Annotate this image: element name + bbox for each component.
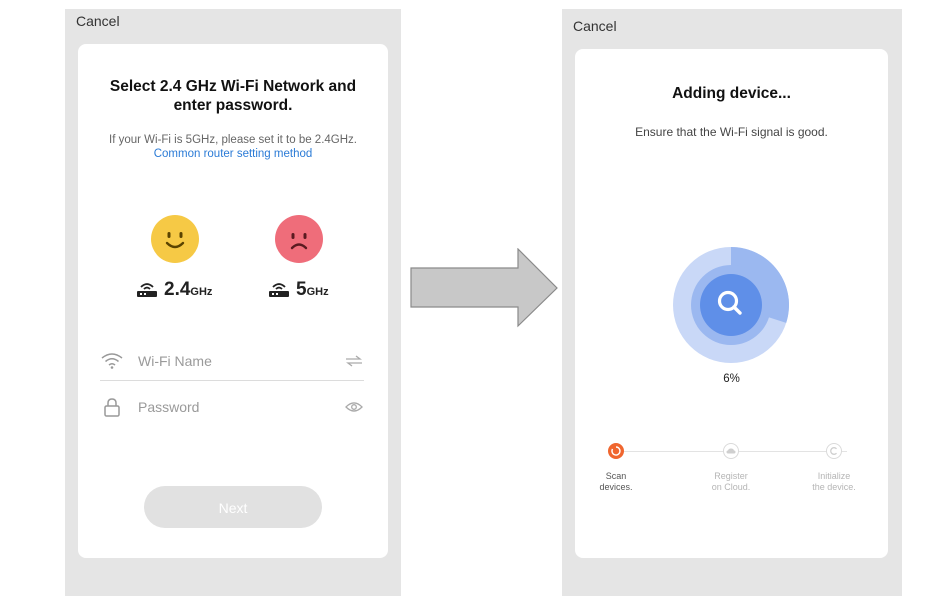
band-hint-text: If your Wi-Fi is 5GHz, please set it to … [109,134,357,146]
next-button[interactable]: Next [144,486,322,528]
wifi-setup-card: Select 2.4 GHz Wi-Fi Network and enter p… [78,44,388,558]
switch-network-icon[interactable] [344,355,364,367]
adding-device-card: Adding device... Ensure that the Wi-Fi s… [575,49,888,558]
password-field[interactable]: Password [100,388,364,426]
step-register-dot [723,443,739,459]
step-scan-dot [608,443,624,459]
initialize-icon [830,447,837,455]
progress-percent: 6% [723,373,740,385]
band-24-unit: GHz [190,286,213,298]
router-icon [137,283,157,297]
band-24-number: 2.4 [164,279,191,300]
eye-icon[interactable] [344,401,364,413]
wifi-setup-screen: Cancel Select 2.4 GHz Wi-Fi Network and … [65,9,401,596]
wifi-icon [100,353,124,369]
step-label-scan: Scan devices. [599,471,633,492]
lock-icon [100,397,124,417]
progress-ring [673,247,789,363]
password-input[interactable]: Password [138,399,344,415]
cancel-button[interactable]: Cancel [76,13,120,29]
page-title: Adding device... [672,85,791,102]
step-label-register: Register on Cloud. [711,471,751,492]
scanning-icon [611,446,621,456]
cloud-icon [726,448,736,454]
wifi-name-field[interactable]: Wi-Fi Name [100,342,364,381]
signal-hint: Ensure that the Wi-Fi signal is good. [635,125,828,139]
adding-device-screen: Cancel Adding device... Ensure that the … [562,9,902,596]
router-icon [269,283,289,297]
step-initialize-dot [826,443,842,459]
band-24ghz-label: 2.4 GHz [136,279,212,301]
band-5-number: 5 [296,279,307,300]
band-5ghz-label: 5 GHz [268,279,329,301]
arrow-right-icon [410,248,558,328]
page-title: Select 2.4 GHz Wi-Fi Network and enter p… [109,78,357,114]
happy-face-icon [151,215,199,263]
band-5-unit: GHz [306,286,329,298]
band-hint: If your Wi-Fi is 5GHz, please set it to … [78,133,388,161]
wifi-name-input[interactable]: Wi-Fi Name [138,353,344,369]
cancel-button[interactable]: Cancel [573,18,617,34]
step-label-initialize: Initialize the device. [812,471,856,492]
sad-face-icon [275,215,323,263]
router-setting-link[interactable]: Common router setting method [154,148,313,160]
